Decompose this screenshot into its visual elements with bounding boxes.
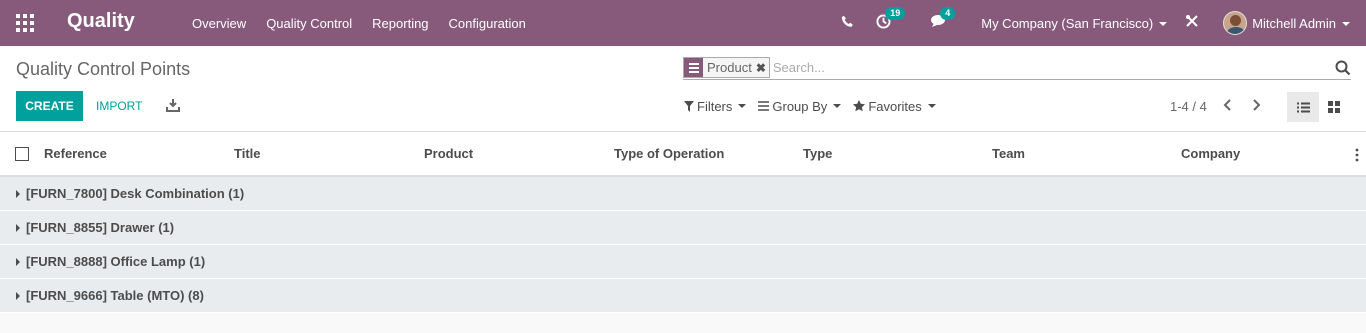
- groupby-dropdown[interactable]: Group By: [758, 98, 842, 114]
- chevron-down-icon: [1159, 22, 1168, 27]
- group-label: [FURN_8855] Drawer (1): [26, 220, 175, 235]
- star-icon: [853, 100, 866, 112]
- column-product[interactable]: Product: [424, 146, 473, 161]
- search-icon[interactable]: [1335, 60, 1351, 76]
- activities-icon[interactable]: 19: [876, 6, 906, 33]
- group-row[interactable]: [FURN_7800] Desk Combination (1): [0, 177, 1366, 211]
- user-menu[interactable]: Mitchell Admin: [1252, 16, 1350, 31]
- main-menu: Overview Quality Control Reporting Confi…: [192, 0, 546, 46]
- kanban-view-button[interactable]: [1318, 92, 1350, 122]
- user-avatar[interactable]: [1223, 11, 1248, 35]
- caret-right-icon: [16, 257, 20, 266]
- column-reference[interactable]: Reference: [44, 146, 107, 161]
- column-type-of-operation[interactable]: Type of Operation: [614, 146, 724, 161]
- chevron-right-icon[interactable]: [1250, 98, 1262, 112]
- menu-item-reporting[interactable]: Reporting: [372, 16, 428, 31]
- facet-remove-icon[interactable]: ✖: [756, 61, 769, 75]
- caret-right-icon: [16, 189, 20, 198]
- systray: 19 4 My Company (San Francisco) Mitchell…: [841, 0, 1366, 46]
- caret-right-icon: [16, 223, 20, 232]
- phone-icon[interactable]: [841, 15, 854, 32]
- filters-label: Filters: [697, 98, 733, 114]
- bars-icon: [758, 101, 770, 111]
- optional-columns-icon[interactable]: [1354, 148, 1360, 162]
- company-switcher[interactable]: My Company (San Francisco): [981, 15, 1168, 31]
- column-title[interactable]: Title: [234, 146, 261, 161]
- list-icon: [1296, 102, 1310, 112]
- company-name: My Company (San Francisco): [981, 15, 1154, 31]
- group-row[interactable]: [FURN_8888] Office Lamp (1): [0, 245, 1366, 279]
- activities-badge: 19: [885, 6, 906, 20]
- column-company[interactable]: Company: [1181, 146, 1240, 161]
- page-title: Quality Control Points: [16, 59, 191, 79]
- search-bar: Product ✖: [683, 56, 1351, 80]
- menu-item-configuration[interactable]: Configuration: [449, 16, 526, 31]
- favorites-dropdown[interactable]: Favorites: [853, 98, 936, 114]
- control-panel: Quality Control Points Product ✖ CREATE …: [0, 46, 1366, 132]
- messages-icon[interactable]: 4: [931, 7, 956, 32]
- app-brand[interactable]: Quality: [67, 10, 135, 33]
- favorites-label: Favorites: [868, 98, 922, 114]
- facet-value: Product: [707, 60, 752, 75]
- kanban-icon: [1328, 101, 1340, 113]
- search-options: Filters Group By Favorites: [684, 98, 948, 114]
- list-header: Reference Title Product Type of Operatio…: [0, 132, 1366, 177]
- chevron-left-icon[interactable]: [1222, 98, 1234, 112]
- messages-badge: 4: [940, 7, 956, 20]
- download-icon[interactable]: [166, 98, 180, 112]
- select-all-checkbox[interactable]: [15, 147, 29, 161]
- apps-menu-icon[interactable]: [16, 14, 34, 32]
- group-label: [FURN_8888] Office Lamp (1): [26, 254, 206, 269]
- group-row[interactable]: [FURN_8855] Drawer (1): [0, 211, 1366, 245]
- user-name: Mitchell Admin: [1252, 15, 1336, 31]
- list-view-button[interactable]: [1287, 92, 1319, 122]
- filter-icon: [684, 100, 694, 112]
- chevron-down-icon: [833, 104, 842, 108]
- group-row[interactable]: [FURN_9666] Table (MTO) (8): [0, 279, 1366, 313]
- create-button[interactable]: CREATE: [16, 91, 83, 121]
- group-label: [FURN_9666] Table (MTO) (8): [26, 288, 204, 303]
- debug-tools-icon[interactable]: [1185, 14, 1199, 32]
- groupby-label: Group By: [772, 98, 828, 114]
- import-button[interactable]: IMPORT: [96, 99, 142, 113]
- column-team[interactable]: Team: [992, 146, 1025, 161]
- search-input[interactable]: [772, 60, 1313, 75]
- chevron-down-icon: [738, 104, 747, 108]
- column-type[interactable]: Type: [803, 146, 832, 161]
- pager-value[interactable]: 1-4 / 4: [1170, 99, 1207, 114]
- chevron-down-icon: [927, 104, 936, 108]
- group-label: [FURN_7800] Desk Combination (1): [26, 186, 245, 201]
- menu-item-overview[interactable]: Overview: [192, 16, 246, 31]
- menu-item-quality-control[interactable]: Quality Control: [266, 16, 352, 31]
- search-facet: Product ✖: [683, 57, 770, 78]
- group-by-icon: [684, 58, 703, 77]
- caret-right-icon: [16, 291, 20, 300]
- top-navbar: Quality Overview Quality Control Reporti…: [0, 0, 1366, 46]
- filters-dropdown[interactable]: Filters: [684, 98, 747, 114]
- chevron-down-icon: [1342, 22, 1350, 27]
